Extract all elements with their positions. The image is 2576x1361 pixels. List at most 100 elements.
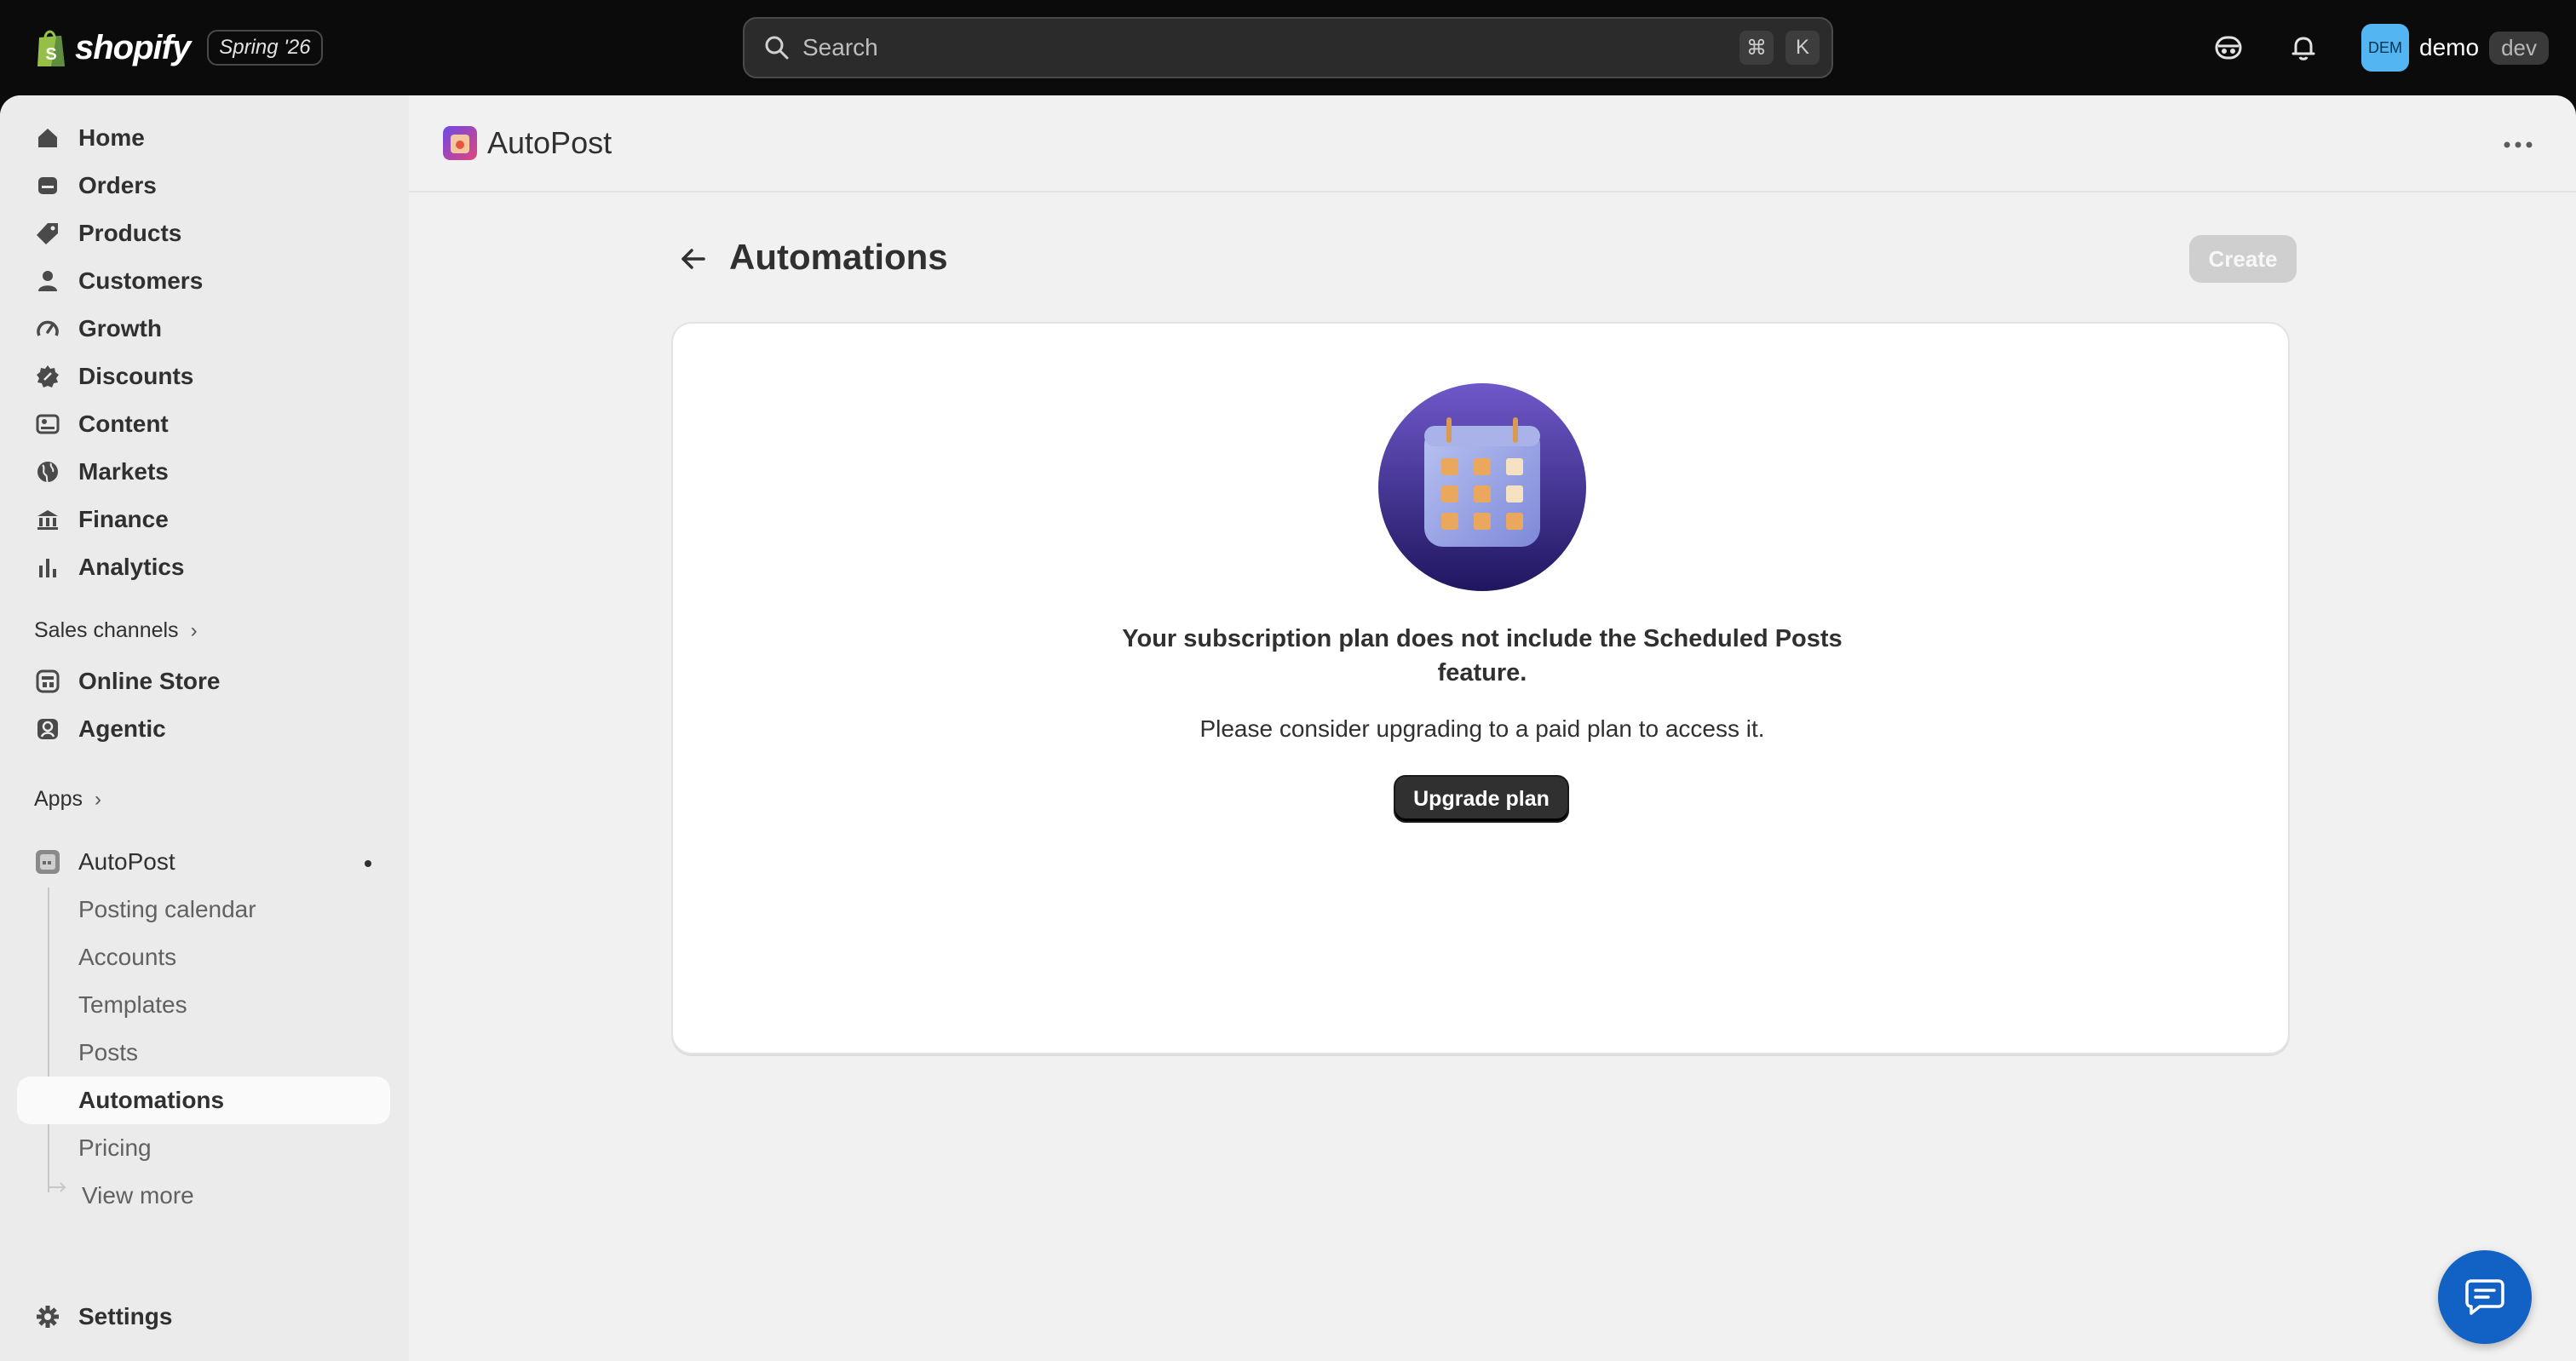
sales-channels-label: Sales channels (34, 618, 179, 642)
avatar[interactable]: DEM (2361, 24, 2410, 72)
subnav-label: Pricing (78, 1134, 152, 1161)
sidebar-item-discounts[interactable]: Discounts (17, 353, 390, 400)
upgrade-plan-button[interactable]: Upgrade plan (1394, 775, 1569, 823)
subnav-label: Accounts (78, 944, 177, 970)
subnav-templates[interactable]: Templates (17, 981, 390, 1029)
ellipsis-icon (2504, 141, 2533, 148)
top-right-actions: DEM demo dev (2211, 22, 2549, 73)
sidebar-item-label: Content (78, 411, 169, 437)
sidebar-item-label: Discounts (78, 363, 194, 389)
sidebar-item-settings[interactable]: Settings (17, 1293, 390, 1341)
search-bar[interactable]: Search ⌘ K (743, 17, 1833, 78)
page-title: Automations (729, 237, 948, 277)
chat-icon (2465, 1279, 2504, 1315)
gauge-icon (34, 315, 61, 342)
upgrade-card: Your subscription plan does not include … (671, 322, 2290, 1054)
upgrade-heading: Your subscription plan does not include … (1122, 625, 1843, 686)
sidekick-icon (2215, 36, 2242, 60)
apps-header[interactable]: Apps › (34, 787, 101, 812)
subnav-view-more[interactable]: View more (17, 1172, 390, 1220)
sidebar-item-label: Settings (78, 1303, 173, 1329)
notifications-button[interactable] (2286, 31, 2320, 65)
chat-button[interactable] (2438, 1250, 2532, 1344)
sidebar-item-home[interactable]: Home (17, 114, 390, 162)
sidebar-item-label: AutoPost (78, 848, 175, 875)
home-icon (34, 124, 61, 152)
subnav-label: Posts (78, 1039, 139, 1065)
shortcut-k-key: K (1785, 31, 1820, 65)
upgrade-message: Please consider upgrading to a paid plan… (1199, 715, 1765, 742)
shopify-bag-icon: S (37, 30, 65, 66)
person-icon (34, 267, 61, 295)
sidebar-item-orders[interactable]: Orders (17, 162, 390, 210)
gear-icon (34, 1303, 61, 1330)
store-icon (34, 668, 61, 695)
tag-icon (34, 220, 61, 247)
sidekick-button[interactable] (2211, 31, 2245, 65)
subnav-label: Templates (78, 991, 187, 1018)
bar-chart-icon (34, 554, 61, 581)
discount-icon (34, 363, 61, 390)
create-button[interactable]: Create (2189, 235, 2297, 283)
back-button[interactable] (675, 240, 712, 278)
subnav-label: Automations (78, 1087, 225, 1113)
sidebar-item-label: Agentic (78, 715, 166, 742)
sidebar-item-label: Analytics (78, 554, 185, 580)
sidebar-item-label: Orders (78, 172, 157, 198)
globe-icon (34, 458, 61, 485)
more-actions-button[interactable] (2501, 128, 2535, 162)
sidebar-item-label: Growth (78, 315, 162, 342)
autopost-app-icon (34, 848, 61, 876)
brand-wordmark: shopify (75, 28, 191, 66)
subnav-label: Posting calendar (78, 896, 256, 922)
subnav-posts[interactable]: Posts (17, 1029, 390, 1077)
bank-icon (34, 506, 61, 533)
chevron-right-icon: › (190, 618, 198, 642)
arrow-left-icon (681, 249, 705, 269)
top-bar: S shopify Spring '26 Search ⌘ K DEM demo… (0, 0, 2576, 95)
sidebar-item-autopost[interactable]: AutoPost (17, 838, 390, 886)
sidebar-item-growth[interactable]: Growth (17, 305, 390, 353)
sidebar-item-label: Finance (78, 506, 169, 532)
sidebar: Home Orders Products Customers Growth Di… (0, 95, 409, 1361)
shortcut-cmd-key: ⌘ (1739, 31, 1774, 65)
shopify-logo[interactable]: S shopify Spring '26 (34, 24, 323, 72)
search-input[interactable]: Search (802, 34, 1739, 61)
app-header: AutoPost (409, 95, 2576, 192)
apps-label: Apps (34, 787, 83, 811)
sidebar-item-label: Online Store (78, 668, 221, 694)
chevron-right-icon: › (94, 787, 101, 811)
sidebar-item-label: Home (78, 124, 145, 151)
main-content: AutoPost Automations Create Your subscri… (409, 95, 2576, 1361)
page-header: Automations Create (675, 232, 2297, 286)
sidebar-item-markets[interactable]: Markets (17, 448, 390, 496)
sidebar-item-content[interactable]: Content (17, 400, 390, 448)
svg-text:S: S (45, 45, 56, 64)
autopost-logo-icon (443, 126, 477, 160)
sidebar-item-customers[interactable]: Customers (17, 257, 390, 305)
subnav-posting-calendar[interactable]: Posting calendar (17, 886, 390, 933)
sales-channels-header[interactable]: Sales channels › (34, 618, 198, 643)
sidebar-item-label: Customers (78, 267, 204, 294)
sidebar-item-finance[interactable]: Finance (17, 496, 390, 543)
edition-badge: Spring '26 (207, 30, 323, 66)
orders-icon (34, 172, 61, 199)
sidebar-item-online-store[interactable]: Online Store (17, 658, 390, 705)
app-title: AutoPost (487, 125, 612, 160)
subnav-label: View more (82, 1182, 194, 1209)
subnav-automations[interactable]: Automations (17, 1077, 390, 1124)
sidebar-item-label: Markets (78, 458, 169, 485)
admin-frame: Home Orders Products Customers Growth Di… (0, 95, 2576, 1361)
sidebar-item-label: Products (78, 220, 182, 246)
sidebar-item-products[interactable]: Products (17, 210, 390, 257)
bell-icon (2291, 37, 2315, 60)
agentic-icon (34, 715, 61, 743)
store-name[interactable]: demo (2419, 34, 2479, 61)
calendar-illustration-icon (1378, 383, 1586, 591)
sidebar-item-agentic[interactable]: Agentic (17, 705, 390, 753)
sidebar-item-analytics[interactable]: Analytics (17, 543, 390, 591)
subnav-pricing[interactable]: Pricing (17, 1124, 390, 1172)
env-badge: dev (2489, 31, 2549, 65)
subnav-accounts[interactable]: Accounts (17, 933, 390, 981)
content-icon (34, 411, 61, 438)
